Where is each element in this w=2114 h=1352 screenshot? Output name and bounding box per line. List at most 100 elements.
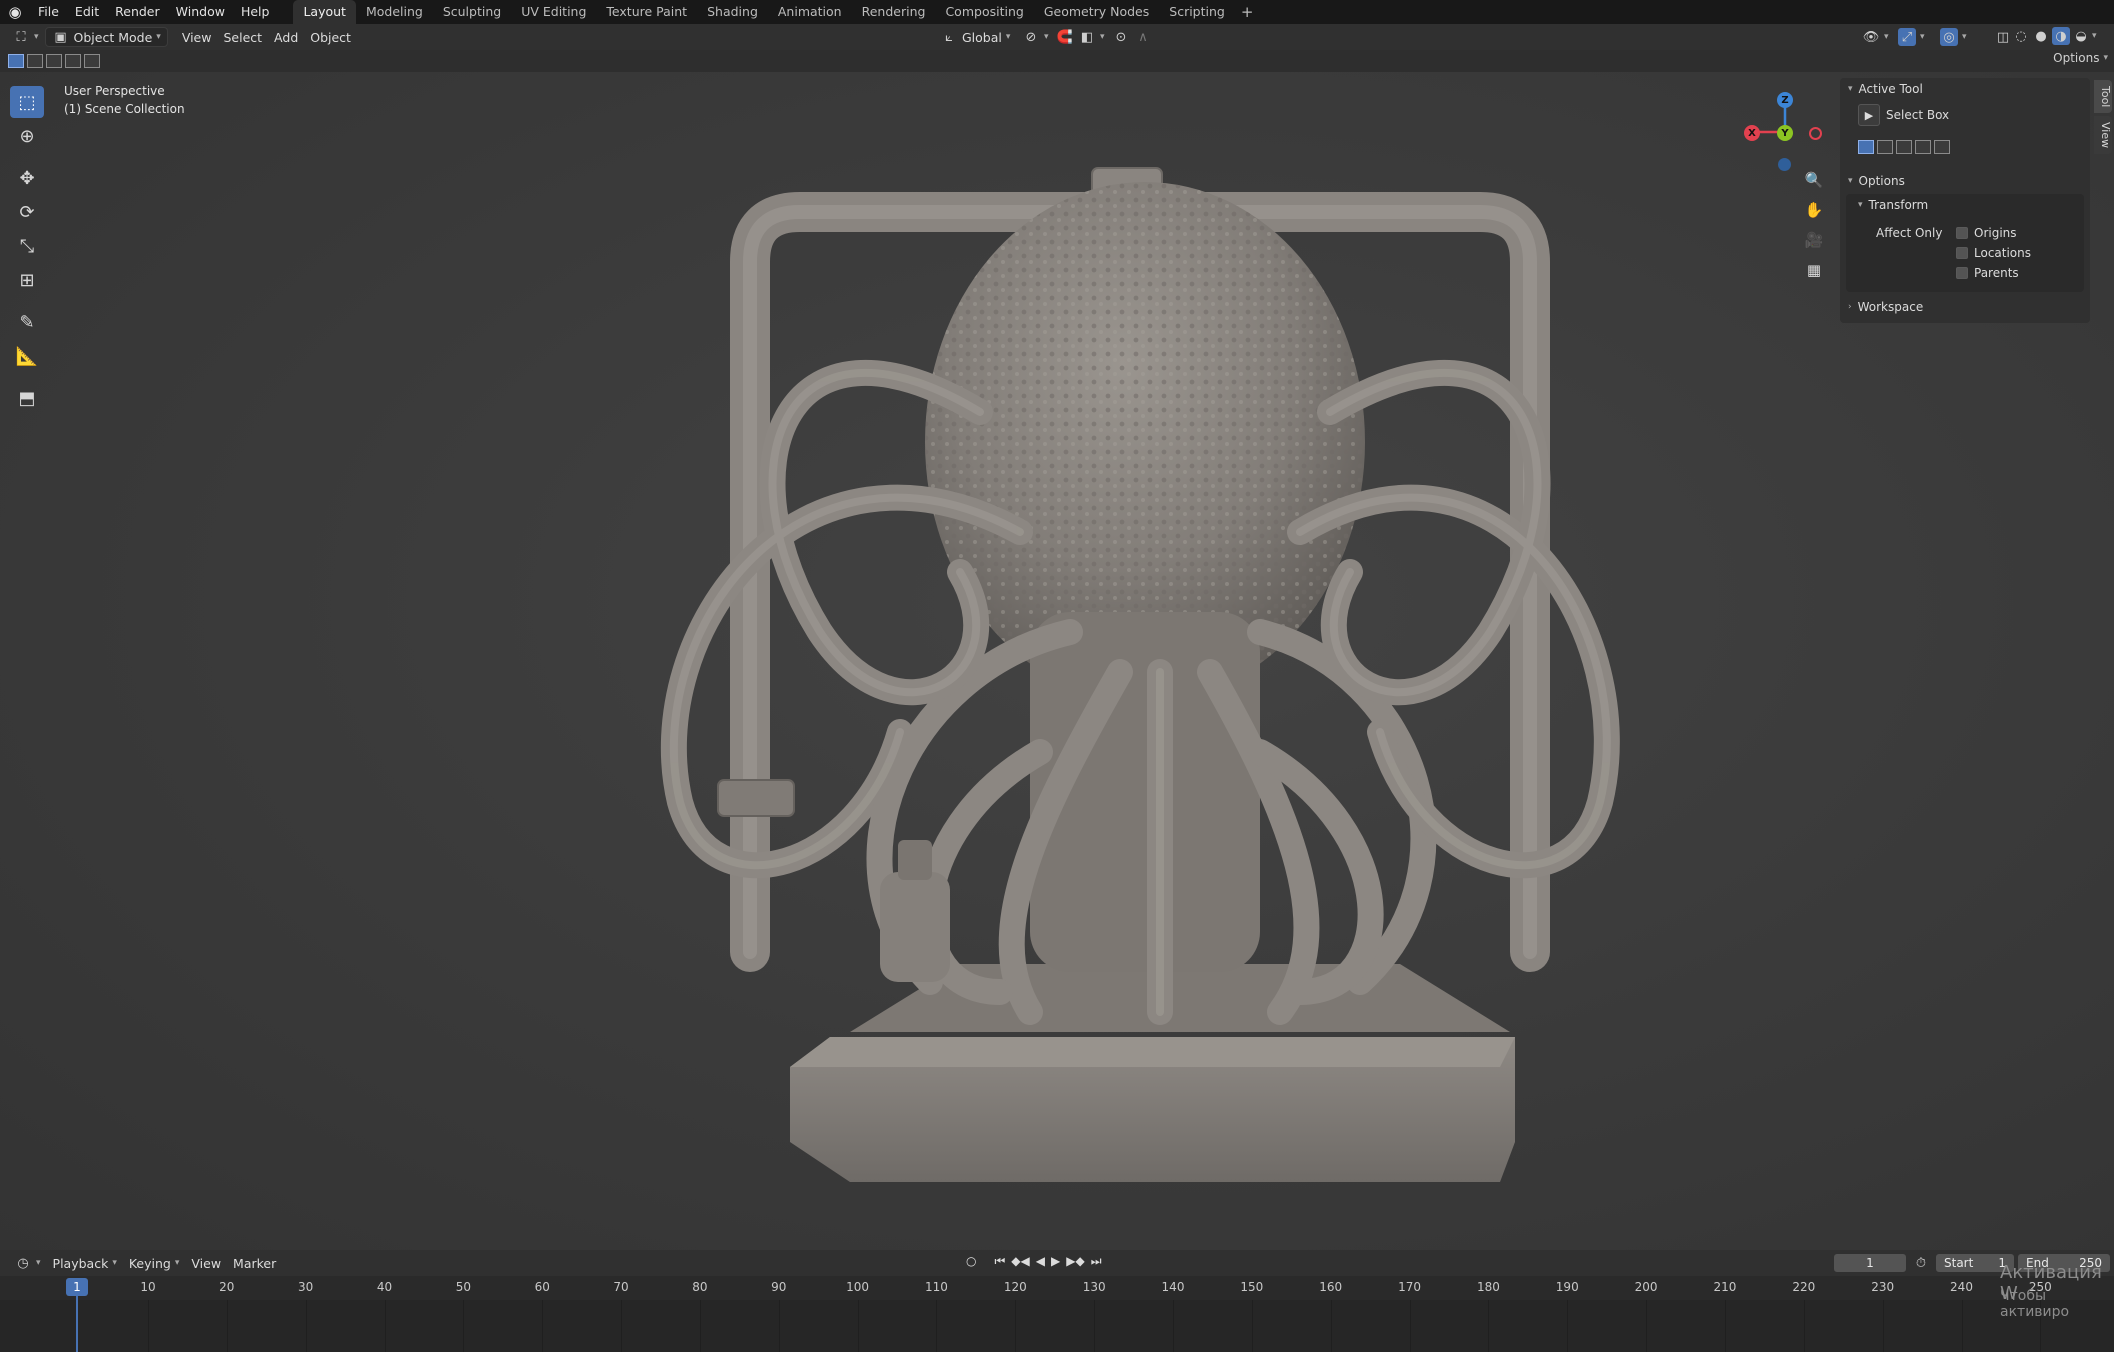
tab-shading[interactable]: Shading [697,0,768,24]
menu-object[interactable]: Object [304,27,357,47]
tab-modeling[interactable]: Modeling [356,0,433,24]
options-header[interactable]: ▾ Options [1848,174,1905,188]
select-intersect-icon[interactable] [1934,140,1950,154]
workspace-header[interactable]: › Workspace [1848,300,1923,314]
rotate-tool-icon[interactable]: ⟳ [10,196,44,228]
editor-type-button[interactable]: ⛶ ▾ [6,27,45,47]
parents-checkbox[interactable]: Parents [1956,266,2019,280]
tab-rendering[interactable]: Rendering [852,0,936,24]
auto-keying-icon[interactable]: ○ [966,1254,976,1269]
timeline-tick-label: 140 [1161,1280,1185,1294]
timeline-view-menu[interactable]: View [185,1253,227,1273]
menu-add[interactable]: Add [268,27,304,47]
select-intersect-icon[interactable] [84,54,100,68]
origins-checkbox[interactable]: Origins [1956,226,2017,240]
orientation-select[interactable]: ⟀ Global ▾ [934,27,1016,47]
measure-tool-icon[interactable]: 📐 [10,340,44,372]
blender-logo-icon[interactable]: ◉ [0,0,30,24]
timeline-grid-line [699,1300,701,1352]
timeline-track[interactable] [0,1300,2114,1352]
gizmo-z-axis[interactable]: Z [1777,92,1793,108]
rendered-shading-icon[interactable]: ◒ [2072,27,2090,45]
gizmo-neg-z[interactable] [1778,158,1791,171]
select-invert-icon[interactable] [65,54,81,68]
annotate-tool-icon[interactable]: ✎ [10,306,44,338]
move-tool-icon[interactable]: ✥ [10,162,44,194]
snap-toggle[interactable]: 🧲 ◧ ▾ [1050,27,1111,47]
play-icon[interactable]: ▶ [1051,1254,1060,1269]
transform-tool-icon[interactable]: ⊞ [10,264,44,296]
3d-viewport[interactable]: User Perspective (1) Scene Collection Z … [0,72,2114,1250]
add-cube-tool-icon[interactable]: ⬒ [10,382,44,414]
select-extend-icon[interactable] [1877,140,1893,154]
tab-sculpting[interactable]: Sculpting [433,0,511,24]
jump-end-icon[interactable]: ⏭ [1091,1254,1102,1269]
camera-view-icon[interactable]: 🎥 [1800,226,1828,254]
pan-hand-icon[interactable]: ✋ [1800,196,1828,224]
selection-mode-bar: Options ▾ [0,50,2114,72]
playback-menu[interactable]: Playback ▾ [47,1253,123,1273]
menu-window[interactable]: Window [168,0,233,24]
gizmo-neg-x[interactable] [1809,127,1822,140]
cursor-tool-icon[interactable]: ⊕ [10,120,44,152]
playhead-frame-label[interactable]: 1 [66,1278,88,1296]
tab-view[interactable]: View [2094,116,2112,155]
chevron-down-icon[interactable]: ▾ [2092,31,2097,45]
active-tool-row[interactable]: ▶ Select Box [1858,104,1949,126]
tab-animation[interactable]: Animation [768,0,852,24]
next-keyframe-icon[interactable]: ▶◆ [1066,1254,1084,1269]
marker-menu[interactable]: Marker [227,1253,282,1273]
play-reverse-icon[interactable]: ◀ [1036,1254,1045,1269]
menu-file[interactable]: File [30,0,67,24]
pivot-select[interactable]: ⊘ ▾ [1016,27,1055,47]
overlays-toggle[interactable]: ◎ ▾ [1934,27,1973,47]
select-subtract-icon[interactable] [1896,140,1912,154]
gizmo-toggle[interactable]: ⤢ ▾ [1892,27,1931,47]
mode-select[interactable]: ▣ Object Mode ▾ [44,27,168,47]
tab-uv-editing[interactable]: UV Editing [511,0,596,24]
transform-header[interactable]: ▾ Transform [1858,198,1928,212]
menu-select[interactable]: Select [217,27,268,47]
select-new-icon[interactable] [1858,140,1874,154]
zoom-icon[interactable]: 🔍 [1800,166,1828,194]
material-shading-icon[interactable]: ◑ [2052,27,2070,45]
proportional-edit-toggle[interactable]: ⊙ ∧ [1106,27,1158,47]
add-workspace-icon[interactable]: + [1235,3,1260,21]
select-box-tool-icon[interactable]: ⬚ [10,86,44,118]
solid-shading-icon[interactable]: ● [2032,27,2050,45]
menu-view[interactable]: View [176,27,218,47]
navigation-gizmo[interactable]: Z X Y [1736,82,1826,172]
menu-help[interactable]: Help [233,0,278,24]
perspective-toggle-icon[interactable]: ▦ [1800,256,1828,284]
select-new-icon[interactable] [8,54,24,68]
octopus-sculpture-model[interactable] [600,112,1660,1250]
menu-edit[interactable]: Edit [67,0,107,24]
stopwatch-icon[interactable]: ⏱ [1912,1254,1930,1272]
timeline-editor-type[interactable]: ◷ ▾ [8,1253,47,1273]
jump-start-icon[interactable]: ⏮ [994,1254,1005,1269]
locations-checkbox[interactable]: Locations [1956,246,2031,260]
visibility-select[interactable]: 👁 ▾ [1856,27,1895,47]
select-extend-icon[interactable] [27,54,43,68]
timeline-ruler[interactable]: 10 20 30 40 50 60 70 80 90 100 110 120 130 140 150 160 1… [0,1276,2114,1300]
active-tool-header[interactable]: ▾ Active Tool [1848,82,1923,96]
tab-tool[interactable]: Tool [2094,80,2112,114]
current-frame-field[interactable]: 1 [1834,1254,1906,1272]
gizmo-y-axis[interactable]: Y [1777,125,1793,141]
tab-compositing[interactable]: Compositing [935,0,1033,24]
tab-texture-paint[interactable]: Texture Paint [596,0,697,24]
select-invert-icon[interactable] [1915,140,1931,154]
scale-tool-icon[interactable]: ⤡ [10,230,44,262]
options-dropdown[interactable]: Options ▾ [2053,51,2108,65]
snap-target-icon: ◧ [1080,29,1094,45]
tab-scripting[interactable]: Scripting [1159,0,1235,24]
timeline-grid-line [1409,1300,1411,1352]
tab-layout[interactable]: Layout [293,0,356,24]
keying-menu[interactable]: Keying ▾ [123,1253,186,1273]
wireframe-shading-icon[interactable]: ◌ [2012,27,2030,45]
prev-keyframe-icon[interactable]: ◆◀ [1011,1254,1029,1269]
tab-geometry-nodes[interactable]: Geometry Nodes [1034,0,1159,24]
select-subtract-icon[interactable] [46,54,62,68]
gizmo-x-axis[interactable]: X [1744,125,1760,141]
menu-render[interactable]: Render [107,0,168,24]
